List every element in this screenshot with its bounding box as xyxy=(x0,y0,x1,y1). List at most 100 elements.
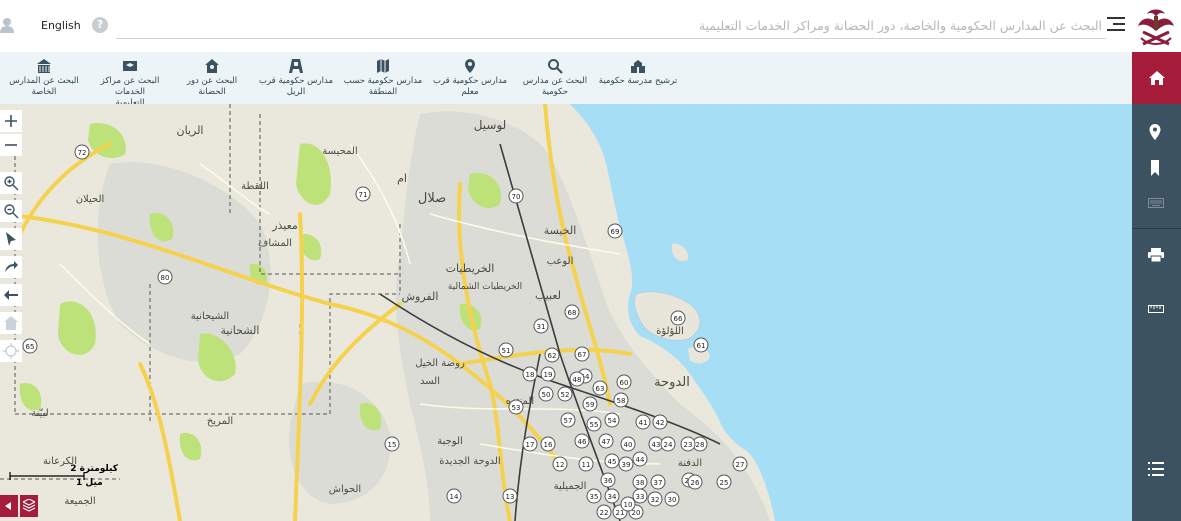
school-marker[interactable]: 17 xyxy=(522,436,538,452)
home-button[interactable] xyxy=(1132,52,1181,104)
school-marker[interactable]: 41 xyxy=(635,414,651,430)
school-marker[interactable]: 66 xyxy=(670,310,686,326)
place-label: الجميلية xyxy=(554,481,587,492)
school-marker-number: 13 xyxy=(506,493,515,501)
school-marker[interactable]: 53 xyxy=(508,399,524,415)
school-marker[interactable]: 36 xyxy=(600,472,616,488)
school-marker[interactable]: 48 xyxy=(569,371,585,387)
school-marker[interactable]: 15 xyxy=(384,436,400,452)
school-marker[interactable]: 27 xyxy=(732,456,748,472)
map-canvas[interactable]: لوسيل الخيسة لعبيب الخريطيات صلال ام الفروش الد… xyxy=(0,104,1132,521)
school-marker[interactable]: 16 xyxy=(540,436,556,452)
school-marker[interactable]: 50 xyxy=(538,386,554,402)
tool-nominate-school[interactable]: ترشيح مدرسة حكومية xyxy=(598,58,678,87)
school-marker[interactable]: 26 xyxy=(687,474,703,490)
school-marker[interactable]: 19 xyxy=(540,366,556,382)
school-marker[interactable]: 25 xyxy=(716,474,732,490)
my-location-button[interactable] xyxy=(0,340,22,362)
tool-schools-near-landmark[interactable]: مدارس حكومية قرب معلم xyxy=(430,58,510,98)
school-marker[interactable]: 59 xyxy=(582,396,598,412)
help-icon[interactable]: ? xyxy=(92,17,108,33)
tool-search-nurseries[interactable]: البحث عن دور الحضانة xyxy=(172,58,252,98)
place-label: الخريطيات الشمالية xyxy=(448,282,522,292)
school-marker[interactable]: 22 xyxy=(596,504,612,520)
school-marker[interactable]: 39 xyxy=(618,456,634,472)
select-tool-button[interactable] xyxy=(0,228,22,250)
pan-back-button[interactable] xyxy=(0,284,22,306)
print-button[interactable] xyxy=(1132,238,1181,274)
school-marker-number: 15 xyxy=(388,441,397,449)
layers-button[interactable] xyxy=(20,495,38,517)
location-button[interactable] xyxy=(1132,114,1181,150)
school-marker[interactable]: 80 xyxy=(157,269,173,285)
school-marker-number: 72 xyxy=(78,149,87,157)
school-marker[interactable]: 33 xyxy=(632,488,648,504)
school-marker[interactable]: 57 xyxy=(560,412,576,428)
school-marker[interactable]: 70 xyxy=(508,188,524,204)
school-marker[interactable]: 24 xyxy=(660,436,676,452)
school-marker[interactable]: 38 xyxy=(632,474,648,490)
school-marker[interactable]: 12 xyxy=(552,456,568,472)
school-marker[interactable]: 71 xyxy=(355,186,371,202)
school-marker[interactable]: 10 xyxy=(620,496,636,512)
school-marker[interactable]: 61 xyxy=(693,337,709,353)
school-marker[interactable]: 14 xyxy=(446,488,462,504)
school-marker[interactable]: 54 xyxy=(604,412,620,428)
school-marker[interactable]: 58 xyxy=(613,392,629,408)
school-marker[interactable]: 35 xyxy=(586,488,602,504)
school-marker[interactable]: 62 xyxy=(544,347,560,363)
school-marker[interactable]: 45 xyxy=(604,453,620,469)
school-marker[interactable]: 72 xyxy=(74,144,90,160)
school-marker-number: 22 xyxy=(600,509,609,517)
school-marker[interactable]: 68 xyxy=(564,304,580,320)
pan-next-button[interactable] xyxy=(0,256,22,278)
map-view[interactable]: لوسيل الخيسة لعبيب الخريطيات صلال ام الفروش الد… xyxy=(0,104,1132,521)
school-marker[interactable]: 31 xyxy=(533,318,549,334)
tool-schools-near-rail[interactable]: مدارس حكومية قرب الريل xyxy=(258,58,334,98)
school-marker-number: 53 xyxy=(512,404,521,412)
language-switch[interactable]: English xyxy=(41,19,81,32)
tool-label-line1: مدارس حكومية قرب xyxy=(258,76,334,86)
tool-schools-by-area[interactable]: مدارس حكومية حسب المنطقة xyxy=(343,58,423,98)
school-marker[interactable]: 65 xyxy=(22,338,38,354)
tool-search-private-schools[interactable]: البحث عن المدارس الخاصة xyxy=(8,58,80,98)
school-marker[interactable]: 47 xyxy=(598,433,614,449)
legend-list-button[interactable] xyxy=(1132,452,1181,488)
school-marker[interactable]: 11 xyxy=(578,456,594,472)
school-marker[interactable]: 69 xyxy=(607,223,623,239)
school-marker[interactable]: 52 xyxy=(557,386,573,402)
full-extent-button[interactable] xyxy=(0,312,22,334)
school-marker[interactable]: 42 xyxy=(652,414,668,430)
place-label: المحيسة xyxy=(322,146,357,157)
user-icon[interactable] xyxy=(0,17,14,33)
measure-button[interactable] xyxy=(1132,292,1181,328)
school-marker[interactable]: 44 xyxy=(632,451,648,467)
school-marker[interactable]: 67 xyxy=(574,346,590,362)
school-marker[interactable]: 55 xyxy=(586,416,602,432)
school-marker[interactable]: 13 xyxy=(502,488,518,504)
legend-toggle-button[interactable] xyxy=(0,495,18,517)
bookmark-button[interactable] xyxy=(1132,150,1181,186)
school-marker[interactable]: 60 xyxy=(616,374,632,390)
school-marker[interactable]: 18 xyxy=(522,366,538,382)
school-marker[interactable]: 51 xyxy=(498,342,514,358)
zoom-box-in-button[interactable] xyxy=(0,172,22,194)
school-marker[interactable]: 63 xyxy=(592,380,608,396)
zoom-in-button[interactable] xyxy=(0,110,22,132)
school-marker[interactable]: 34 xyxy=(604,488,620,504)
keyboard-button[interactable] xyxy=(1132,186,1181,222)
school-marker[interactable]: 40 xyxy=(620,436,636,452)
school-marker[interactable]: 23 xyxy=(680,436,696,452)
school-marker-number: 26 xyxy=(691,479,700,487)
tool-search-public-schools[interactable]: البحث عن مدارس حكومية xyxy=(520,58,590,98)
school-marker[interactable]: 30 xyxy=(664,491,680,507)
school-marker[interactable]: 46 xyxy=(574,433,590,449)
search-input[interactable] xyxy=(116,12,1106,39)
zoom-box-out-button[interactable] xyxy=(0,200,22,222)
school-marker[interactable]: 32 xyxy=(647,491,663,507)
zoom-out-button[interactable] xyxy=(0,134,22,156)
tool-search-education-centers[interactable]: البحث عن مراكز الخدمات التعليمية xyxy=(88,58,172,109)
map-area-icon xyxy=(377,59,389,73)
school-marker[interactable]: 37 xyxy=(650,474,666,490)
menu-icon[interactable] xyxy=(1107,17,1125,31)
